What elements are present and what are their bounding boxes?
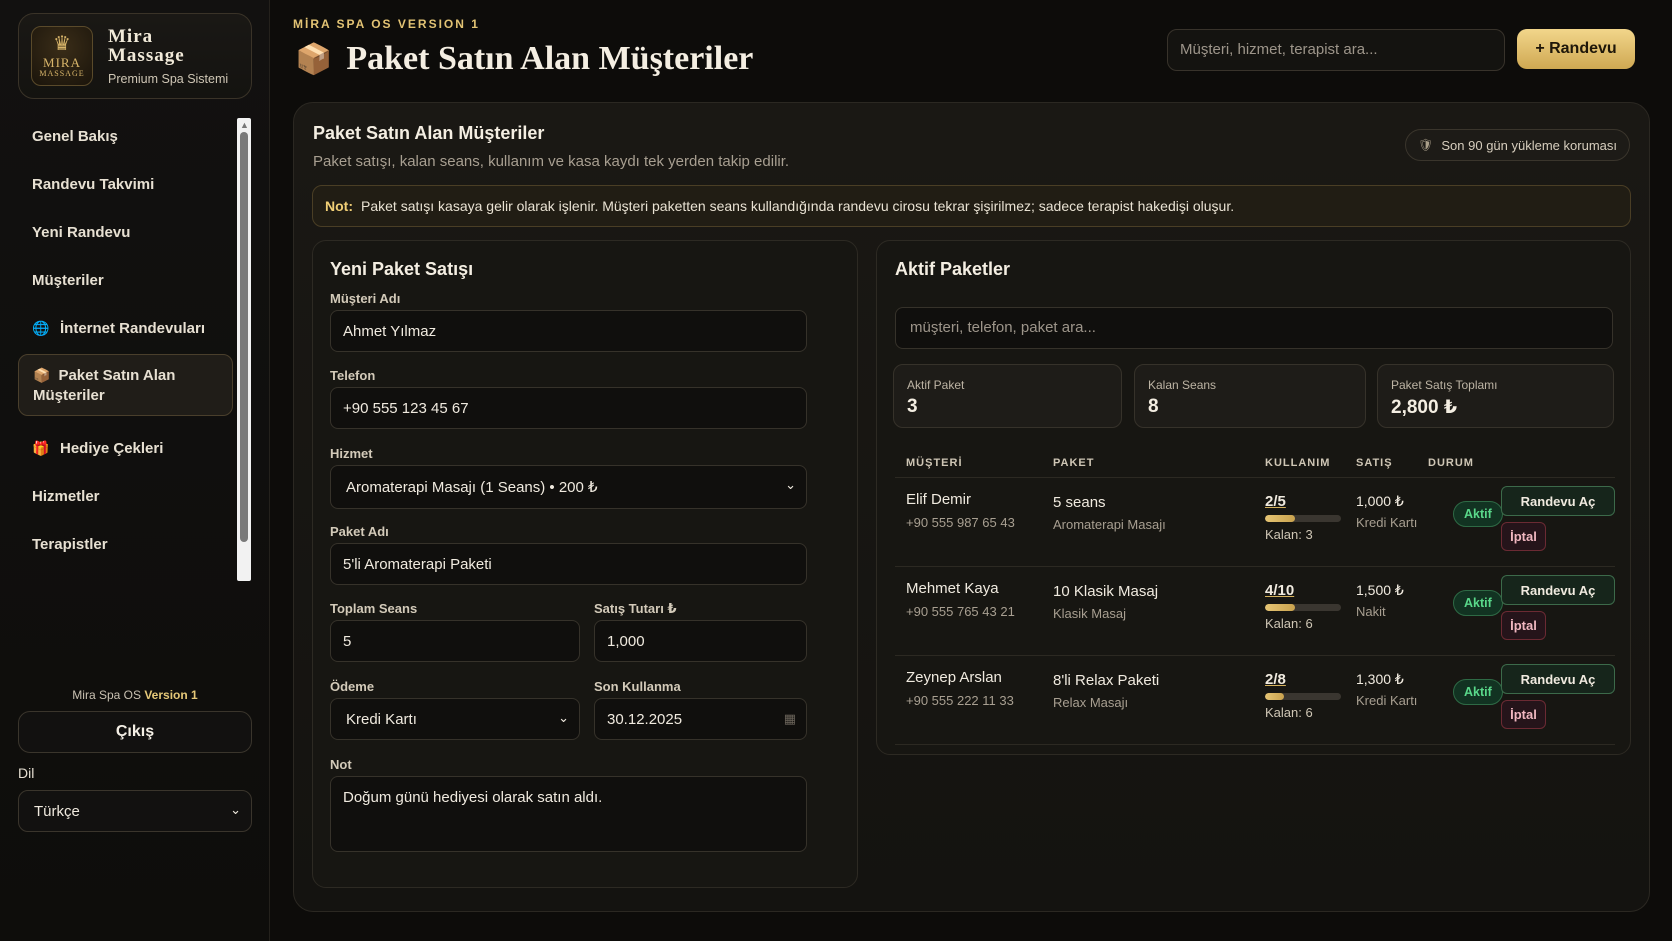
app-eyebrow: MİRA SPA OS VERSION 1 (293, 17, 480, 31)
status-badge: Aktif (1453, 590, 1503, 616)
open-appointment-button[interactable]: Randevu Aç (1501, 486, 1615, 516)
sidebar-item-customers[interactable]: Müşteriler (18, 258, 233, 302)
sidebar-item-overview[interactable]: Genel Bakış (18, 114, 233, 158)
cancel-button[interactable]: İptal (1501, 522, 1546, 551)
panel-title: Paket Satın Alan Müşteriler (313, 123, 545, 143)
active-packages-card: Aktif Paketler müşteri, telefon, paket a… (876, 240, 1631, 755)
form-title: Yeni Paket Satışı (330, 259, 474, 279)
panel-description: Paket satışı, kalan seans, kullanım ve k… (313, 153, 790, 170)
service-select[interactable]: Aromaterapi Masajı (1 Seans) • 200 ₺ ⌄ (330, 465, 807, 509)
payment-select[interactable]: Kredi Kartı ⌄ (330, 698, 580, 740)
phone-input[interactable]: +90 555 123 45 67 (330, 387, 807, 429)
chevron-down-icon: ⌄ (230, 802, 241, 817)
logo-subtext: MASSAGE (39, 69, 85, 78)
column-header-sale: SATIŞ (1356, 457, 1393, 469)
global-search-input[interactable]: Müşteri, hizmet, terapist ara... (1167, 29, 1505, 71)
total-sessions-label: Toplam Seans (330, 601, 418, 616)
crown-icon: ♛ (53, 33, 71, 55)
cancel-button[interactable]: İptal (1501, 611, 1546, 640)
new-package-form: Yeni Paket Satışı Müşteri Adı Ahmet Yılm… (312, 240, 858, 888)
globe-icon: 🌐 (32, 319, 50, 336)
package-name-input[interactable]: 5'li Aromaterapi Paketi (330, 543, 807, 585)
table-row: Zeynep Arslan +90 555 222 11 33 8'li Rel… (895, 656, 1615, 745)
total-sessions-input[interactable]: 5 (330, 620, 580, 662)
usage-progress-bar (1265, 604, 1341, 611)
brand-card: ♛ MIRA MASSAGE Mira Massage Premium Spa … (18, 13, 252, 99)
chevron-down-icon: ⌄ (785, 477, 796, 492)
cancel-button[interactable]: İptal (1501, 700, 1546, 729)
note-label: Not (330, 757, 352, 772)
column-header-status: DURUM (1428, 457, 1474, 469)
shield-icon: 🛡 (1418, 138, 1434, 152)
status-badge: Aktif (1453, 679, 1503, 705)
version-label: Mira Spa OS Version 1 (72, 688, 198, 702)
active-packages-title: Aktif Paketler (895, 259, 1011, 279)
package-name-label: Paket Adı (330, 524, 389, 539)
customer-name-input[interactable]: Ahmet Yılmaz (330, 310, 807, 352)
service-label: Hizmet (330, 446, 373, 461)
sidebar-scrollbar[interactable]: ▲ (237, 118, 251, 581)
expiry-label: Son Kullanma (594, 679, 681, 694)
table-row: Mehmet Kaya +90 555 765 43 21 10 Klasik … (895, 567, 1615, 656)
sidebar-item-therapists[interactable]: Terapistler (18, 522, 233, 566)
language-select[interactable]: Türkçe ⌄ (18, 790, 252, 832)
package-icon: 📦 (295, 42, 333, 76)
sidebar-item-calendar[interactable]: Randevu Takvimi (18, 162, 233, 206)
chevron-down-icon: ⌄ (558, 710, 569, 725)
sidebar-nav: Genel Bakış Randevu Takvimi Yeni Randevu… (18, 114, 233, 570)
gift-icon: 🎁 (32, 439, 50, 456)
sidebar-item-online-appointments[interactable]: 🌐 İnternet Randevuları (18, 306, 233, 350)
calendar-icon[interactable]: ▦ (784, 711, 796, 727)
main-panel: Paket Satın Alan Müşteriler Paket satışı… (293, 102, 1650, 912)
language-label: Dil (18, 765, 35, 781)
payment-label: Ödeme (330, 679, 375, 694)
logo-text: MIRA (43, 55, 81, 70)
sale-amount-input[interactable]: 1,000 (594, 620, 807, 662)
new-appointment-button[interactable]: + Randevu (1517, 29, 1635, 69)
open-appointment-button[interactable]: Randevu Aç (1501, 575, 1615, 605)
usage-progress-bar (1265, 693, 1341, 700)
brand-subtitle: Premium Spa Sistemi (108, 72, 229, 86)
note-textarea[interactable]: Doğum günü hediyesi olarak satın aldı. (330, 776, 807, 852)
customer-name-label: Müşteri Adı (330, 291, 401, 306)
info-note: Not: Paket satışı kasaya gelir olarak işl… (312, 185, 1631, 227)
expiry-date-input[interactable]: 30.12.2025 ▦ (594, 698, 807, 740)
sale-amount-label: Satış Tutarı ₺ (594, 601, 677, 616)
sidebar-item-package-customers[interactable]: 📦 Paket Satın Alan Müşteriler (18, 354, 233, 416)
usage-progress-bar (1265, 515, 1341, 522)
package-icon: 📦 (33, 366, 51, 383)
sidebar-item-services[interactable]: Hizmetler (18, 474, 233, 518)
table-row: Elif Demir +90 555 987 65 43 5 seans Aro… (895, 478, 1615, 567)
open-appointment-button[interactable]: Randevu Aç (1501, 664, 1615, 694)
column-header-customer: MÜŞTERİ (906, 457, 963, 469)
upload-guard-badge: 🛡 Son 90 gün yükleme koruması (1405, 129, 1630, 161)
page-title: 📦 Paket Satın Alan Müşteriler (295, 40, 754, 77)
status-badge: Aktif (1453, 501, 1503, 527)
scroll-up-icon[interactable]: ▲ (240, 120, 249, 130)
column-header-package: PAKET (1053, 457, 1095, 469)
stat-remaining-sessions: Kalan Seans 8 (1134, 364, 1366, 428)
package-search-input[interactable]: müşteri, telefon, paket ara... (895, 307, 1613, 349)
stat-active-packages: Aktif Paket 3 (893, 364, 1122, 428)
brand-name: Mira Massage (108, 26, 185, 66)
stat-package-sales-total: Paket Satış Toplamı 2,800 ₺ (1377, 364, 1614, 428)
logout-button[interactable]: Çıkış (18, 711, 252, 753)
sidebar-item-new-appointment[interactable]: Yeni Randevu (18, 210, 233, 254)
brand-logo: ♛ MIRA MASSAGE (31, 26, 93, 86)
phone-label: Telefon (330, 368, 376, 383)
column-header-usage: KULLANIM (1265, 457, 1331, 469)
scrollbar-thumb[interactable] (240, 132, 248, 542)
sidebar-item-gift-cards[interactable]: 🎁 Hediye Çekleri (18, 426, 233, 470)
sidebar: ♛ MIRA MASSAGE Mira Massage Premium Spa … (0, 0, 270, 941)
